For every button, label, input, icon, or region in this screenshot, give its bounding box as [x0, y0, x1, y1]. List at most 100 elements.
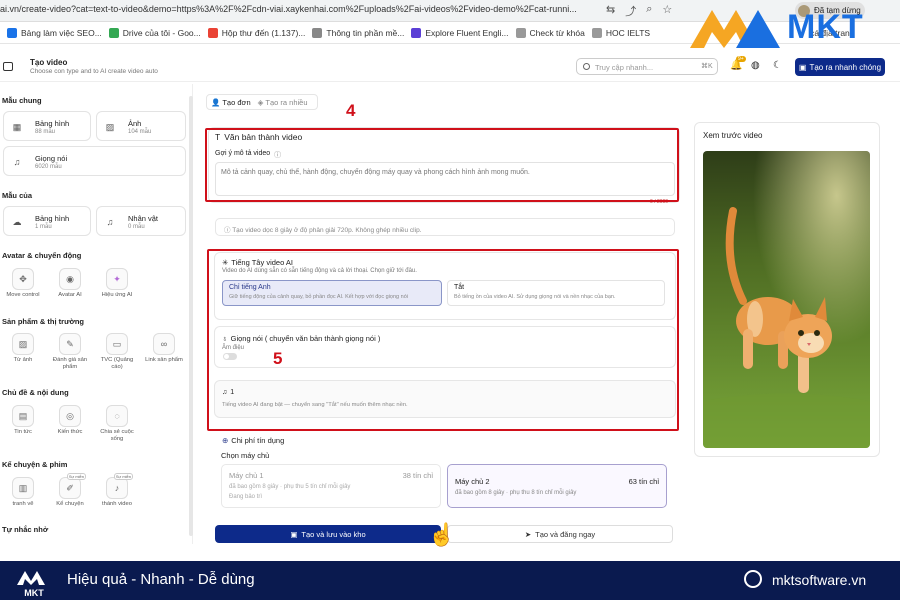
- annotation-label-4: 4: [346, 101, 356, 120]
- tile-danh-gia[interactable]: ✎ Đánh giá sản phẩm: [48, 333, 92, 371]
- sidebar-scrollbar[interactable]: [189, 96, 193, 536]
- story-icon: ✐: [59, 477, 81, 499]
- bookmark-item[interactable]: Hộp thư đến (1.137)...: [207, 27, 305, 38]
- search-icon: [583, 63, 590, 70]
- search-input[interactable]: Truy cập nhanh...: [576, 58, 718, 75]
- tile-kien-thuc[interactable]: ◎ Kiến thức: [48, 405, 92, 436]
- avatar-icon: ◉: [59, 268, 81, 290]
- cloud-upload-icon: ☁: [12, 217, 22, 227]
- folder-icon: [591, 27, 602, 38]
- card-anh[interactable]: ▨ Ảnh 104 mẫu: [96, 111, 186, 141]
- page-subtitle: Choose con type and to AI create video a…: [30, 68, 158, 75]
- bookmark-item[interactable]: HOC IELTS: [591, 27, 650, 38]
- footer-website[interactable]: mktsoftware.vn: [772, 572, 866, 588]
- bookmark-star-icon[interactable]: ☆: [662, 3, 672, 19]
- tile-tu-anh[interactable]: ▨ Từ ảnh: [1, 333, 45, 364]
- dark-mode-icon[interactable]: ☾: [773, 60, 782, 71]
- footer-slogan: Hiệu quả - Nhanh - Dễ dùng: [67, 571, 255, 588]
- annotation-label-5: 5: [273, 349, 283, 368]
- mkt-logo-text: MKT: [787, 8, 864, 46]
- section-ke-chuyen: Kể chuyện & phim: [2, 460, 68, 469]
- footer-logo: MKT: [17, 571, 45, 597]
- server-option-2[interactable]: Máy chủ 2 63 tín chỉ đã bao gồm 8 giây ·…: [447, 464, 667, 508]
- section-san-pham: Sản phẩm & thị trường: [2, 317, 85, 326]
- book-icon: ▥: [12, 477, 34, 499]
- share-icon[interactable]: ⤴: [625, 3, 636, 19]
- globe-icon: [744, 570, 762, 588]
- move-icon: ✥: [12, 268, 34, 290]
- hand-cursor-icon: ☝: [428, 522, 456, 547]
- tile-tranh-ve[interactable]: ▥ tranh vẽ: [1, 477, 45, 508]
- send-icon: ➤: [524, 529, 532, 539]
- card-nhan-vat[interactable]: ♫ Nhân vật 0 mẫu: [96, 206, 186, 236]
- language-globe-icon[interactable]: ◍: [751, 60, 760, 71]
- quick-icon: ▣: [798, 62, 807, 72]
- section-mau-cua: Mẫu của: [2, 191, 33, 200]
- image-icon: ▨: [105, 122, 115, 132]
- review-icon: ✎: [59, 333, 81, 355]
- save-to-library-button[interactable]: ▣ Tạo và lưu vào kho: [215, 525, 441, 543]
- bookmark-icon: [7, 27, 17, 38]
- sidebar: Mẫu chung ▦ Bảng hình 88 mẫu ▨ Ảnh 104 m…: [0, 84, 193, 544]
- tab-tao-don[interactable]: 👤 Tạo đơn: [207, 98, 255, 107]
- bookmark-item[interactable]: Thông tin phần mề...: [312, 27, 404, 38]
- tile-hieu-ung-ai[interactable]: ✦ Hiệu ứng AI: [95, 268, 139, 299]
- user-icon: 👤: [211, 97, 221, 107]
- tile-thanh-video[interactable]: Sự miễn ♪ thánh video: [95, 473, 139, 508]
- tile-chia-se[interactable]: ◌ Chia sẻ cuộc sống: [95, 405, 139, 443]
- mode-tabs: 👤 Tạo đơn ◈ Tạo ra nhiều: [206, 94, 318, 110]
- bookmark-item[interactable]: Check từ khóa: [515, 27, 585, 38]
- card-bang-hinh[interactable]: ▦ Bảng hình 88 mẫu: [3, 111, 91, 141]
- music-icon: ♪: [106, 477, 128, 499]
- info-notice: ⓘ Tạo video dọc 8 giây ở độ phân giải 72…: [215, 218, 675, 236]
- tile-tvc[interactable]: ▭ TVC (Quảng cáo): [95, 333, 139, 371]
- create-and-post-button[interactable]: ➤ Tạo và đăng ngay: [447, 525, 673, 543]
- card-bang-hinh-rieng[interactable]: ☁ Bảng hình 1 mẫu: [3, 206, 91, 236]
- zoom-icon[interactable]: ⌕: [646, 3, 652, 19]
- preview-title: Xem trước video: [703, 131, 763, 140]
- stack-icon: ◈: [257, 97, 264, 107]
- info-icon: ⓘ: [224, 227, 233, 234]
- image-icon: ▨: [12, 333, 34, 355]
- annotation-box-4: [205, 128, 679, 202]
- grid-icon: ▦: [12, 122, 22, 132]
- tile-tin-tuc[interactable]: ▤ Tin tức: [1, 405, 45, 436]
- section-tu-nhac: Tự nhắc nhở: [2, 525, 49, 534]
- svg-text:MKT: MKT: [24, 588, 44, 597]
- quick-create-button[interactable]: ▣ Tạo ra nhanh chóng: [795, 58, 885, 76]
- gmail-icon: [207, 27, 218, 38]
- tile-move-control[interactable]: ✥ Move control: [1, 268, 45, 299]
- bookmark-item[interactable]: Drive của tôi - Goo...: [108, 27, 201, 38]
- tv-icon: ▭: [106, 333, 128, 355]
- app-icon: [411, 27, 422, 38]
- address-bar[interactable]: ai.vn/create-video?cat=text-to-video&dem…: [0, 4, 600, 14]
- tile-avatar-ai[interactable]: ◉ Avatar AI: [48, 268, 92, 299]
- tile-ke-chuyen[interactable]: Sự miễn ✐ Kể chuyện: [48, 473, 92, 508]
- section-avatar: Avatar & chuyển động: [2, 251, 82, 260]
- bookmark-item[interactable]: Explore Fluent Engli...: [411, 27, 509, 38]
- tab-tao-ra-nhieu[interactable]: ◈ Tạo ra nhiều: [255, 98, 311, 107]
- server-option-1[interactable]: Máy chủ 1 38 tín chỉ đã bao gồm 8 giây ·…: [221, 464, 441, 508]
- tile-link-san-pham[interactable]: ∞ Link sản phẩm: [142, 333, 186, 364]
- address-bar-actions: ⇆ ⤴ ⌕ ☆: [606, 3, 672, 19]
- globe-icon: [312, 27, 323, 38]
- cost-title: ⊕ Chi phí tín dụng: [222, 436, 285, 445]
- save-icon: ▣: [290, 529, 298, 539]
- app-header: [0, 52, 900, 82]
- news-icon: ▤: [12, 405, 34, 427]
- server-label: Chọn máy chủ: [221, 451, 270, 460]
- translate-icon[interactable]: ⇆: [606, 3, 615, 19]
- tile-tag: Sự miễn: [113, 473, 133, 480]
- preview-video[interactable]: [703, 151, 870, 448]
- card-giong-noi[interactable]: ♫ Giọng nói 6020 mẫu: [3, 146, 186, 176]
- mic-icon: ♫: [13, 157, 21, 167]
- chat-icon: ◌: [106, 405, 128, 427]
- sparkle-icon: ✦: [106, 268, 128, 290]
- notification-badge: 9+: [736, 56, 746, 62]
- annotation-box-5: [207, 249, 679, 431]
- section-mau-chung: Mẫu chung: [2, 96, 42, 105]
- page-title: Tạo video: [30, 58, 68, 67]
- link-icon: ∞: [153, 333, 175, 355]
- sidebar-toggle-icon[interactable]: [3, 62, 13, 71]
- bookmark-item[interactable]: Bảng làm việc SEO...: [7, 27, 102, 38]
